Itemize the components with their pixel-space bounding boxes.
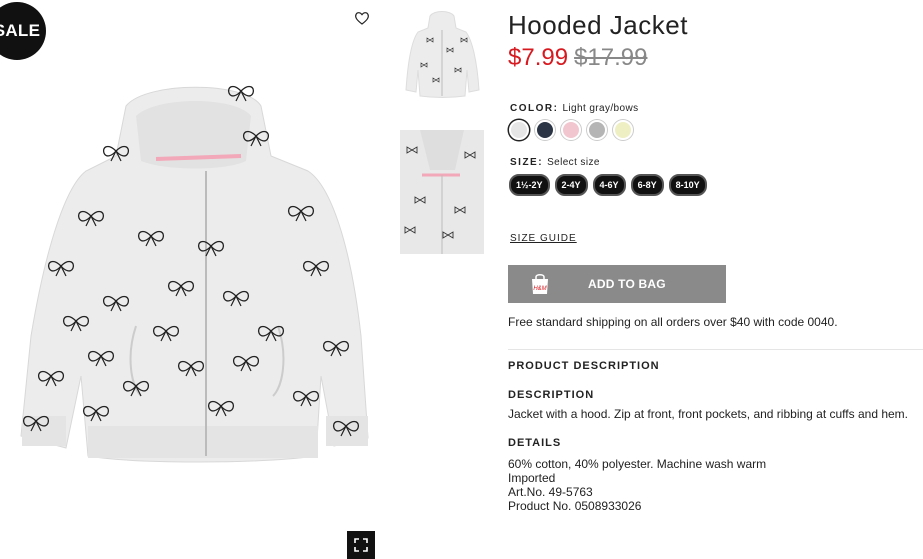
detail-line: 60% cotton, 40% polyester. Machine wash …: [508, 457, 767, 471]
detail-line: Art.No. 49-5763: [508, 485, 593, 499]
product-description-heading: PRODUCT DESCRIPTION: [508, 360, 660, 372]
product-title: Hooded Jacket: [508, 10, 688, 40]
original-price: $17.99: [574, 44, 648, 71]
size-option[interactable]: 1½-2Y: [509, 174, 550, 196]
heart-icon[interactable]: [354, 10, 370, 26]
color-swatches: [509, 120, 633, 140]
detail-line: Imported: [508, 471, 556, 485]
product-image-main: [20, 85, 369, 463]
size-label-row: SIZE: Select size: [510, 157, 600, 168]
product-thumbnail-front[interactable]: [400, 10, 484, 100]
description-text: Jacket with a hood. Zip at front, front …: [508, 407, 909, 421]
size-option[interactable]: 4-6Y: [592, 174, 626, 196]
color-swatch-pink[interactable]: [561, 120, 581, 140]
size-option[interactable]: 2-4Y: [554, 174, 588, 196]
expand-icon[interactable]: [347, 531, 375, 559]
product-page: SALE: [0, 0, 923, 559]
divider: [508, 349, 923, 350]
color-swatch-light-gray[interactable]: [509, 120, 529, 140]
sale-badge: SALE: [0, 2, 46, 60]
detail-line: Product No. 0508933026: [508, 499, 642, 513]
shopping-bag-icon: H&M: [532, 274, 548, 294]
product-thumbnail-detail[interactable]: [400, 130, 484, 254]
price: $7.99 $17.99: [508, 44, 647, 72]
details-heading: DETAILS: [508, 437, 562, 449]
svg-text:H&M: H&M: [533, 286, 546, 292]
size-guide-link[interactable]: SIZE GUIDE: [510, 233, 577, 244]
size-option[interactable]: 6-8Y: [630, 174, 664, 196]
details-list: 60% cotton, 40% polyester. Machine wash …: [508, 457, 766, 513]
color-value: Light gray/bows: [562, 103, 639, 114]
size-label: SIZE:: [510, 157, 544, 168]
size-options: 1½-2Y 2-4Y 4-6Y 6-8Y 8-10Y: [509, 174, 707, 196]
size-option[interactable]: 8-10Y: [668, 174, 707, 196]
color-label-row: COLOR: Light gray/bows: [510, 103, 639, 114]
color-swatch-gray[interactable]: [587, 120, 607, 140]
color-swatch-navy[interactable]: [535, 120, 555, 140]
size-value: Select size: [547, 157, 600, 168]
color-swatch-yellow[interactable]: [613, 120, 633, 140]
shipping-info: Free standard shipping on all orders ove…: [508, 315, 838, 329]
color-label: COLOR:: [510, 103, 559, 114]
add-to-bag-label: ADD TO BAG: [588, 277, 666, 291]
description-heading: DESCRIPTION: [508, 389, 595, 401]
add-to-bag-button[interactable]: H&M ADD TO BAG: [508, 265, 726, 303]
sale-price: $7.99: [508, 44, 569, 71]
